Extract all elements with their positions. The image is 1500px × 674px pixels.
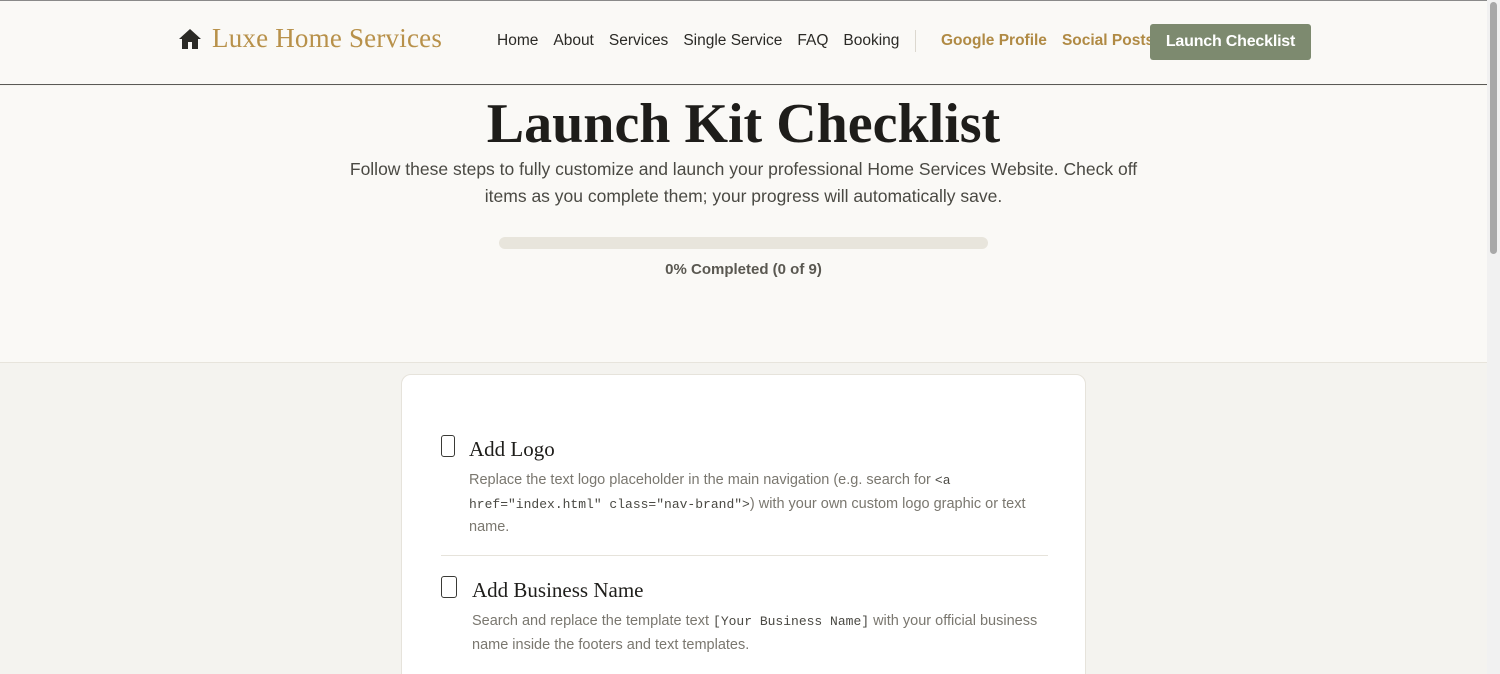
hero-section: Launch Kit Checklist Follow these steps … [0,86,1487,363]
nav-link-about[interactable]: About [553,32,594,50]
item-checkbox[interactable] [441,576,457,598]
item-description: Search and replace the template text [Yo… [472,613,1038,653]
item-code: [Your Business Name] [713,614,870,629]
page-description: Follow these steps to fully customize an… [349,159,1138,206]
nav-separator [915,30,916,52]
progress-label: 0% Completed (0 of 9) [665,261,822,278]
nav-link-booking[interactable]: Booking [843,32,899,50]
scrollbar-thumb[interactable] [1490,2,1497,254]
nav-link-faq[interactable]: FAQ [797,32,828,50]
progress-bar [499,237,988,249]
page-title: Launch Kit Checklist [486,93,1001,155]
secondary-nav: Google Profile Social Posts [941,32,1154,50]
item-title: Add Logo [469,437,555,461]
main-nav: Home About Services Single Service FAQ B… [497,32,899,50]
nav-link-single-service[interactable]: Single Service [683,32,782,50]
item-description: Replace the text logo placeholder in the… [469,472,1026,535]
item-checkbox[interactable] [441,435,455,457]
brand-link[interactable]: Luxe Home Services [178,23,442,54]
nav-link-social-posts[interactable]: Social Posts [1062,32,1154,50]
nav-link-home[interactable]: Home [497,32,538,50]
launch-checklist-button[interactable]: Launch Checklist [1150,24,1311,60]
nav-link-google-profile[interactable]: Google Profile [941,32,1047,50]
top-navbar: Luxe Home Services Home About Services S… [0,1,1487,85]
nav-link-services[interactable]: Services [609,32,668,50]
brand-name: Luxe Home Services [212,23,443,53]
item-title: Add Business Name [472,578,644,602]
home-icon [179,28,201,49]
item-divider [441,555,1048,556]
checklist-card: Add Logo Replace the text logo placehold… [401,374,1086,674]
